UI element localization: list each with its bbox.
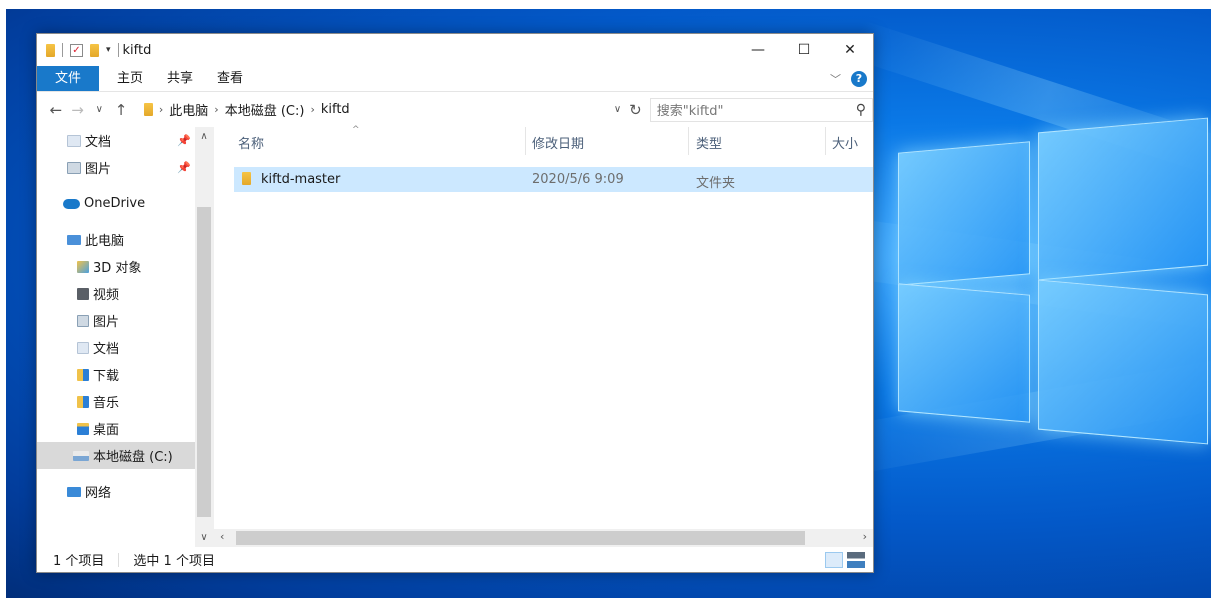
tab-home[interactable]: 主页 — [105, 66, 155, 91]
selected-count: 选中 1 个项目 — [133, 554, 215, 569]
folder-icon — [242, 172, 251, 185]
breadcrumb-kiftd[interactable]: kiftd — [321, 102, 350, 117]
horizontal-scroll-thumb[interactable] — [236, 531, 805, 545]
minimize-button[interactable]: — — [735, 34, 781, 66]
this-pc-icon — [67, 234, 81, 245]
sort-ascending-icon: ^ — [352, 125, 360, 135]
maximize-button[interactable]: ☐ — [781, 34, 827, 66]
sidebar-item-documents[interactable]: 文档 — [37, 334, 195, 361]
quick-access-toolbar: ✓ ▾ — [46, 43, 119, 57]
address-bar-row: ← → ∨ ↑ › 此电脑 › 本地磁盘 (C:) › kiftd ∨ ↻ 搜索… — [37, 91, 873, 127]
horizontal-scrollbar[interactable]: ‹ › — [214, 529, 873, 547]
column-type[interactable]: 类型 — [696, 133, 722, 152]
onedrive-icon — [63, 198, 80, 209]
sidebar-item-pictures[interactable]: 图片 — [37, 307, 195, 334]
refresh-icon[interactable]: ↻ — [629, 101, 642, 119]
file-row[interactable]: kiftd-master 2020/5/6 9:09 文件夹 — [234, 167, 873, 192]
folder-icon — [46, 43, 55, 57]
3d-objects-icon — [77, 260, 89, 273]
music-icon — [77, 395, 89, 408]
desktop-icon — [77, 422, 89, 435]
back-arrow-icon[interactable]: ← — [45, 101, 67, 119]
recent-locations-icon[interactable]: ∨ — [88, 104, 110, 115]
search-input[interactable]: 搜索"kiftd" ⚲ — [649, 97, 873, 122]
pictures-icon — [67, 161, 81, 174]
videos-icon — [77, 287, 89, 300]
status-bar: 1 个项目 选中 1 个项目 — [37, 547, 873, 572]
file-type: 文件夹 — [696, 176, 736, 191]
file-name: kiftd-master — [261, 172, 341, 187]
column-name[interactable]: 名称 — [238, 133, 264, 152]
sidebar-item-onedrive[interactable]: OneDrive — [37, 190, 195, 217]
details-view-icon[interactable] — [825, 551, 843, 568]
tab-file[interactable]: 文件 — [37, 66, 100, 91]
address-dropdown-icon[interactable]: ∨ — [614, 104, 621, 115]
file-date: 2020/5/6 9:09 — [532, 172, 624, 187]
close-button[interactable]: ✕ — [827, 34, 873, 66]
new-folder-icon[interactable] — [90, 43, 99, 57]
scroll-right-icon[interactable]: › — [863, 530, 867, 543]
help-icon[interactable]: ? — [851, 70, 867, 87]
sidebar-item-pictures-pinned[interactable]: 图片 📌 — [37, 154, 195, 181]
sidebar-item-videos[interactable]: 视频 — [37, 280, 195, 307]
sidebar-item-music[interactable]: 音乐 — [37, 388, 195, 415]
item-count: 1 个项目 — [53, 554, 105, 569]
search-icon[interactable]: ⚲ — [856, 102, 866, 118]
column-headers: 名称 ^ 修改日期 类型 大小 — [214, 125, 873, 155]
file-explorer-window: ✓ ▾ kiftd — ☐ ✕ 文件 主页 共享 查看 ﹀ ? ← → ∨ ↑ … — [36, 33, 874, 573]
sidebar-item-local-disk[interactable]: 本地磁盘 (C:) — [37, 442, 195, 469]
title-bar[interactable]: ✓ ▾ kiftd — ☐ ✕ — [37, 34, 873, 66]
scroll-down-icon[interactable]: ∨ — [195, 532, 213, 543]
breadcrumb-this-pc[interactable]: 此电脑 — [169, 100, 208, 119]
address-input[interactable]: › 此电脑 › 本地磁盘 (C:) › kiftd — [138, 98, 612, 122]
scroll-left-icon[interactable]: ‹ — [220, 530, 224, 543]
customize-toolbar-icon[interactable]: ▾ — [106, 45, 111, 55]
up-arrow-icon[interactable]: ↑ — [110, 101, 132, 119]
documents-icon — [67, 134, 81, 147]
nav-scrollbar[interactable]: ∧ ∨ — [195, 127, 213, 547]
forward-arrow-icon[interactable]: → — [67, 101, 89, 119]
sidebar-item-3d-objects[interactable]: 3D 对象 — [37, 253, 195, 280]
downloads-icon — [77, 368, 89, 381]
properties-icon[interactable]: ✓ — [70, 43, 83, 57]
sidebar-item-this-pc[interactable]: 此电脑 — [37, 226, 195, 253]
nav-scroll-thumb[interactable] — [197, 207, 211, 517]
scroll-up-icon[interactable]: ∧ — [195, 131, 213, 142]
pin-icon[interactable]: 📌 — [177, 134, 191, 147]
sidebar-item-documents-pinned[interactable]: 文档 📌 — [37, 127, 195, 154]
pin-icon[interactable]: 📌 — [177, 161, 191, 174]
pictures-icon — [77, 314, 89, 327]
file-list-pane: 名称 ^ 修改日期 类型 大小 kiftd-master 2020/5/6 9:… — [214, 125, 873, 547]
navigation-pane: 文档 📌 图片 📌 OneDrive 此电脑 3D 对象 视频 图片 文档 下载… — [37, 127, 214, 547]
sidebar-item-downloads[interactable]: 下载 — [37, 361, 195, 388]
network-icon — [67, 486, 81, 497]
ribbon-tabs: 文件 主页 共享 查看 ﹀ ? — [37, 66, 873, 91]
folder-icon — [143, 103, 153, 116]
tab-view[interactable]: 查看 — [205, 66, 255, 91]
column-size[interactable]: 大小 — [832, 133, 858, 152]
breadcrumb-local-disk[interactable]: 本地磁盘 (C:) — [225, 100, 305, 119]
windows-logo — [894, 117, 1211, 447]
sidebar-item-desktop[interactable]: 桌面 — [37, 415, 195, 442]
tab-share[interactable]: 共享 — [155, 66, 205, 91]
column-date-modified[interactable]: 修改日期 — [532, 133, 584, 152]
documents-icon — [77, 341, 89, 354]
window-title: kiftd — [122, 42, 152, 58]
large-icons-view-icon[interactable] — [847, 551, 865, 568]
drive-icon — [73, 450, 89, 461]
sidebar-item-network[interactable]: 网络 — [37, 478, 195, 505]
expand-ribbon-icon[interactable]: ﹀ — [830, 71, 841, 87]
